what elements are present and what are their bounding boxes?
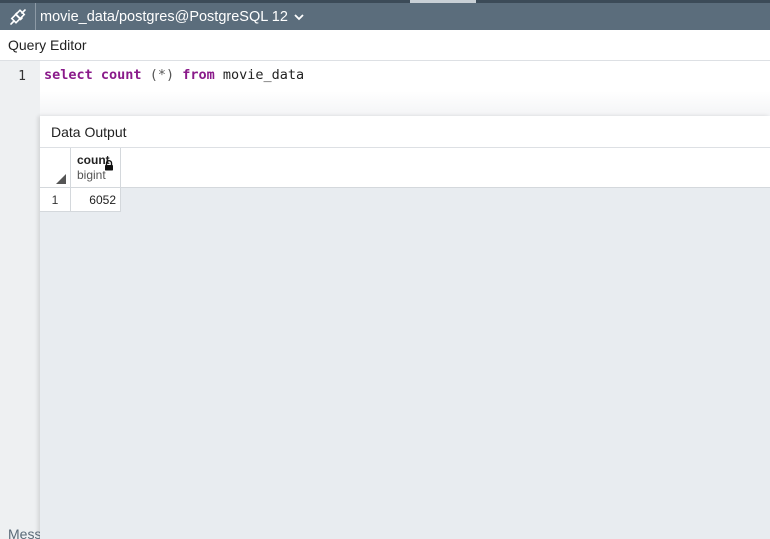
row-number: 1	[40, 188, 71, 212]
tab-messages[interactable]: Messages	[0, 520, 40, 539]
column-header-count[interactable]: count bigint	[71, 148, 121, 188]
data-output-header[interactable]: Data Output	[40, 116, 770, 148]
connection-name: movie_data/postgres@PostgreSQL 12	[40, 8, 288, 25]
result-grid-header: count bigint	[40, 148, 770, 188]
tab-strip-notch	[410, 0, 476, 3]
connection-selector[interactable]: movie_data/postgres@PostgreSQL 12	[40, 9, 304, 25]
plug-connection-icon	[9, 8, 26, 25]
lock-icon	[105, 160, 113, 171]
line-number: 1	[18, 69, 26, 84]
connection-titlebar: movie_data/postgres@PostgreSQL 12	[0, 0, 770, 30]
data-output-panel: Data Output count bigint 1 6052	[40, 116, 770, 539]
keyword-from: from	[182, 67, 215, 83]
cell-count[interactable]: 6052	[71, 188, 121, 212]
keyword-select: select	[44, 67, 93, 83]
table-row[interactable]: 1 6052	[40, 188, 121, 212]
chevron-down-icon	[294, 13, 304, 21]
line-number-gutter: 1	[0, 61, 40, 539]
connection-icon-box[interactable]	[0, 3, 36, 30]
count-args: (*)	[149, 67, 175, 83]
query-editor-title: Query Editor	[8, 37, 87, 53]
editor-fade	[40, 91, 770, 117]
messages-tab-label: Messages	[8, 526, 40, 539]
table-name: movie_data	[222, 67, 305, 83]
select-all-triangle-icon	[56, 174, 66, 184]
code-line[interactable]: select count (*) from movie_data	[44, 67, 304, 83]
select-all-cell[interactable]	[40, 148, 71, 188]
data-output-title: Data Output	[51, 123, 127, 140]
keyword-count: count	[100, 67, 142, 83]
query-editor-header: Query Editor	[0, 30, 770, 61]
